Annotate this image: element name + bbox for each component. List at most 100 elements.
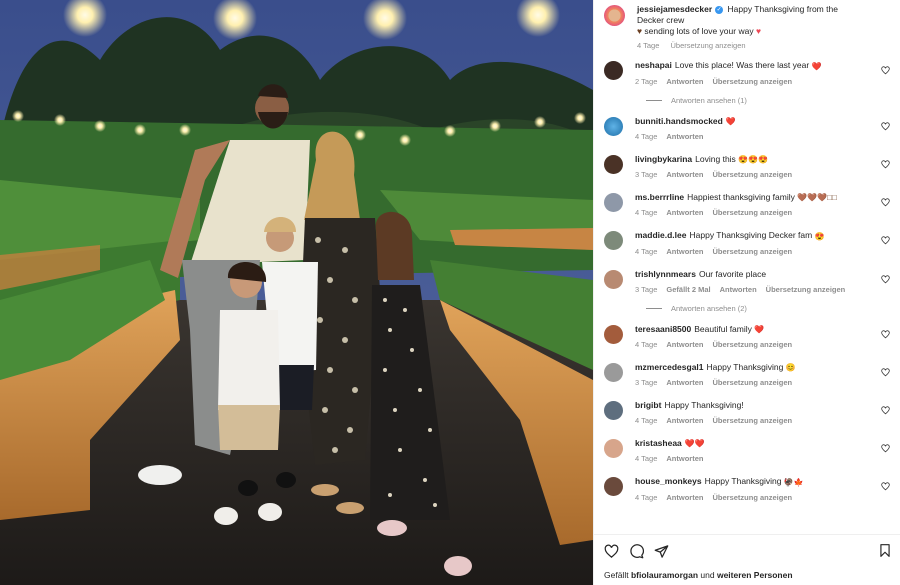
translate-link[interactable]: Übersetzung anzeigen: [712, 378, 792, 387]
comment-emoji: ❤️❤️: [684, 439, 705, 449]
reply-button[interactable]: Antworten: [666, 416, 703, 425]
comment-like-heart-icon[interactable]: [881, 274, 890, 284]
view-replies[interactable]: Antworten ansehen (1): [646, 96, 900, 105]
comment-username[interactable]: bunniti.handsmocked: [635, 116, 723, 126]
speech-bubble-icon[interactable]: [629, 543, 644, 559]
comment-like-heart-icon[interactable]: [881, 198, 890, 207]
commenter-avatar[interactable]: [604, 154, 623, 174]
comment-username[interactable]: ms.berrrline: [635, 192, 684, 202]
post-photo[interactable]: [0, 0, 593, 585]
comment-item: mzmercedesgal1 Happy Thanksgiving 😊 3 Tag…: [604, 362, 900, 388]
reply-button[interactable]: Antworten: [666, 77, 703, 86]
comment-like-heart-icon[interactable]: [881, 482, 890, 491]
paper-plane-icon[interactable]: [654, 544, 669, 559]
comment-username[interactable]: kristasheaa: [635, 438, 682, 448]
family-garden-photo: [0, 0, 593, 585]
translate-link[interactable]: Übersetzung anzeigen: [712, 416, 792, 425]
comment-emoji: ❤️: [754, 324, 765, 334]
commenter-avatar[interactable]: [604, 477, 623, 497]
commenter-avatar[interactable]: [604, 439, 623, 458]
reply-button[interactable]: Antworten: [666, 378, 703, 387]
reply-button[interactable]: Antworten: [666, 132, 703, 141]
reply-button[interactable]: Antworten: [666, 340, 703, 349]
view-replies-label[interactable]: Antworten ansehen (1): [671, 96, 747, 105]
reply-button[interactable]: Antworten: [666, 493, 703, 502]
comment-like-heart-icon[interactable]: [881, 329, 890, 339]
comment-item: bunniti.handsmocked ❤️ 4 Tage Antworten: [604, 116, 900, 142]
likes-summary[interactable]: Gefällt bfiolauramorgan und weiteren Per…: [604, 570, 890, 580]
heart-emoji: ♥: [755, 26, 761, 37]
reply-button[interactable]: Antworten: [666, 247, 703, 256]
comment-username[interactable]: neshapai: [635, 60, 672, 70]
reply-button[interactable]: Antworten: [666, 208, 703, 217]
comment-item: brigibt Happy Thanksgiving! 4 Tage Antwort…: [604, 400, 900, 426]
comment-username[interactable]: maddie.d.lee: [635, 230, 687, 240]
comment-like-heart-icon[interactable]: [881, 444, 890, 453]
likes-prefix: Gefällt: [604, 570, 629, 580]
comment-like-heart-icon[interactable]: [881, 236, 890, 245]
translate-link[interactable]: Übersetzung anzeigen: [712, 77, 792, 86]
reply-button[interactable]: Antworten: [666, 454, 703, 463]
comment-emoji: 😍: [814, 231, 825, 241]
commenter-avatar[interactable]: [604, 116, 623, 136]
translate-link[interactable]: Übersetzung anzeigen: [670, 41, 745, 50]
comment-item: kristasheaa ❤️❤️ 4 Tage Antworten: [604, 438, 900, 464]
view-replies-label[interactable]: Antworten ansehen (2): [671, 304, 747, 313]
heart-icon[interactable]: [604, 544, 619, 559]
comment-text: Loving this: [695, 153, 736, 164]
commenter-avatar[interactable]: [604, 362, 623, 382]
commenter-avatar[interactable]: [604, 193, 623, 212]
verified-badge-icon: ✓: [715, 5, 724, 14]
comment-username[interactable]: brigibt: [635, 400, 661, 410]
comment-like-heart-icon[interactable]: [881, 406, 890, 415]
likes-rest[interactable]: weiteren Personen: [717, 570, 793, 580]
translate-link[interactable]: Übersetzung anzeigen: [712, 208, 792, 217]
comment-like-count[interactable]: Gefällt 2 Mal: [666, 285, 710, 294]
comment-item: teresaani8500 Beautiful family ❤️ 4 Tage A…: [604, 324, 900, 350]
comment-time: 3 Tage: [635, 378, 658, 387]
comment-text: Our favorite place: [698, 268, 767, 279]
comment-like-heart-icon[interactable]: [881, 368, 890, 377]
comment-text: Love this place! Was there last year: [674, 60, 810, 71]
comment-emoji: 😍😍😍: [738, 155, 769, 164]
comment-text: Happy Thanksgiving: [704, 476, 782, 487]
translate-link[interactable]: Übersetzung anzeigen: [766, 285, 846, 294]
comment-username[interactable]: house_monkeys: [635, 476, 702, 486]
translate-link[interactable]: Übersetzung anzeigen: [712, 493, 792, 502]
comment-time: 3 Tage: [635, 284, 658, 294]
comment-username[interactable]: trishlynnmears: [635, 269, 696, 279]
commenter-avatar[interactable]: [604, 231, 623, 251]
commenter-avatar[interactable]: [604, 401, 623, 420]
likes-user[interactable]: bfiolauramorgan: [631, 570, 698, 580]
comment-emoji: 🤎🤎🤎□□: [797, 193, 837, 203]
comment-username[interactable]: teresaani8500: [635, 324, 691, 334]
comment-like-heart-icon[interactable]: [881, 160, 890, 169]
post-actions-bar: Gefällt bfiolauramorgan und weiteren Per…: [594, 534, 900, 585]
comment-text: Beautiful family: [694, 323, 752, 334]
comment-username[interactable]: livingbykarina: [635, 154, 692, 164]
comment-username[interactable]: mzmercedesgal1: [635, 362, 704, 372]
translate-link[interactable]: Übersetzung anzeigen: [712, 247, 792, 256]
comment-text: Happy Thanksgiving Decker fam: [689, 230, 813, 241]
author-avatar[interactable]: [604, 5, 625, 26]
translate-link[interactable]: Übersetzung anzeigen: [712, 340, 792, 349]
commenter-avatar[interactable]: [604, 324, 623, 344]
post-caption: jessiejamesdecker ✓ Happy Thanksgiving fr…: [604, 4, 900, 51]
comment-like-heart-icon[interactable]: [881, 121, 890, 131]
instagram-post-view: jessiejamesdecker ✓ Happy Thanksgiving fr…: [0, 0, 900, 585]
comment-time: 4 Tage: [635, 454, 658, 464]
author-username[interactable]: jessiejamesdecker: [637, 4, 712, 14]
replies-line: [646, 99, 662, 101]
comment-time: 4 Tage: [635, 492, 658, 502]
comment-like-heart-icon[interactable]: [881, 66, 890, 75]
bookmark-icon[interactable]: [878, 543, 892, 558]
comments-list[interactable]: jessiejamesdecker ✓ Happy Thanksgiving fr…: [594, 0, 900, 534]
commenter-avatar[interactable]: [604, 61, 623, 81]
reply-button[interactable]: Antworten: [720, 285, 757, 294]
likes-middle: und: [700, 570, 715, 580]
translate-link[interactable]: Übersetzung anzeigen: [712, 170, 792, 179]
reply-button[interactable]: Antworten: [666, 170, 703, 179]
view-replies[interactable]: Antworten ansehen (2): [646, 304, 900, 313]
commenter-avatar[interactable]: [604, 269, 623, 289]
heart-emoji: ♥: [637, 26, 643, 37]
